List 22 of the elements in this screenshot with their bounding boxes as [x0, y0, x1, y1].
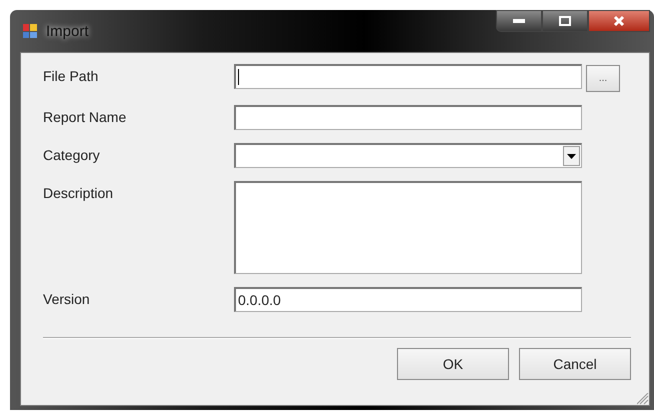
resize-grip-icon: [637, 393, 649, 405]
minimize-icon: [513, 19, 525, 23]
field-label: File Path: [43, 67, 100, 84]
file-path-field[interactable]: [234, 64, 582, 89]
field-label: Version: [43, 290, 91, 307]
field-label: Description: [43, 184, 114, 201]
dialog-button[interactable]: Cancel: [519, 348, 631, 380]
description-field[interactable]: [234, 181, 582, 274]
browse-button[interactable]: ...: [586, 65, 620, 92]
category-dropdown[interactable]: [234, 143, 582, 168]
maximize-icon: [559, 16, 571, 26]
window-title: Import: [46, 22, 89, 40]
app-icon: [22, 23, 38, 39]
close-button[interactable]: [588, 10, 650, 32]
field-label: Category: [43, 146, 101, 163]
text-field[interactable]: [234, 105, 582, 130]
maximize-button[interactable]: [542, 10, 588, 32]
close-icon: [613, 15, 625, 27]
dialog-button[interactable]: OK: [397, 348, 509, 380]
text-field[interactable]: 0.0.0.0: [234, 287, 582, 312]
minimize-button[interactable]: [496, 10, 542, 32]
field-label: Report Name: [43, 108, 128, 125]
